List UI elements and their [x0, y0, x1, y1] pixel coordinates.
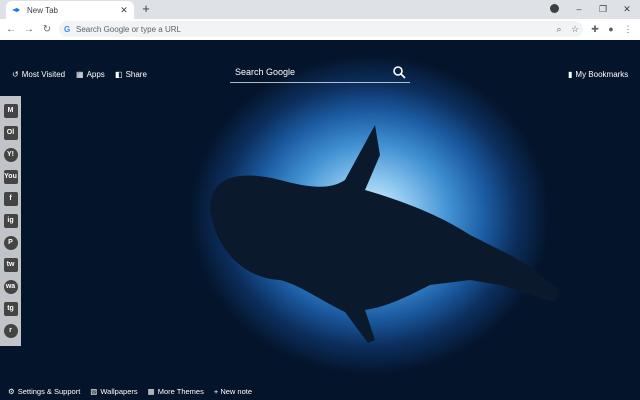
share-icon: ◧ [115, 70, 123, 79]
settings-support-button[interactable]: ⚙ Settings & Support [8, 387, 80, 396]
search-box[interactable]: Search Google [230, 62, 410, 83]
tab-strip: New Tab ✕ + – ❐ ✕ [0, 0, 640, 19]
restore-button[interactable]: ❐ [594, 2, 612, 16]
social-sidebar: M Ol Y! You f ig P tw wa tg r [0, 96, 21, 346]
yahoo-icon[interactable]: Y! [3, 148, 18, 162]
youtube-icon[interactable]: You [3, 170, 18, 184]
bookmark-icon: ▮ [568, 70, 573, 79]
new-tab-page: ↺ Most Visited ▦ Apps ◧ Share ▮ My Bookm… [0, 40, 640, 400]
reload-icon[interactable]: ↻ [38, 24, 56, 35]
whale-shark-wallpaper [210, 125, 560, 343]
tab-new-tab[interactable]: New Tab ✕ [6, 1, 134, 19]
minimize-button[interactable]: – [570, 2, 588, 16]
gmail-icon[interactable]: M [3, 104, 18, 118]
toolbar: ← → ↻ G Search Google or type a URL ⌕ ☆ … [0, 19, 640, 40]
facebook-icon[interactable]: f [3, 192, 18, 206]
search-input[interactable]: Search Google [235, 67, 295, 77]
reddit-icon[interactable]: r [3, 324, 18, 338]
share-button[interactable]: ◧ Share [115, 70, 147, 79]
close-window-button[interactable]: ✕ [618, 2, 636, 16]
share-label: Share [125, 70, 147, 79]
settings-support-label: Settings & Support [17, 387, 81, 396]
new-note-button[interactable]: + New note [214, 387, 252, 396]
extensions-icon[interactable]: ✚ [588, 22, 602, 36]
omnibox-input[interactable]: Search Google or type a URL [76, 25, 551, 34]
menu-icon[interactable]: ⋮ [621, 22, 635, 36]
zoom-icon[interactable]: ⌕ [551, 24, 567, 35]
new-tab-button[interactable]: + [139, 2, 153, 16]
instagram-icon[interactable]: ig [3, 214, 18, 228]
gear-icon: ⚙ [8, 387, 15, 396]
apps-grid-icon: ▦ [76, 70, 84, 79]
footer-bar: ⚙ Settings & Support ▧ Wallpapers ▦ More Th… [8, 387, 252, 396]
forward-icon[interactable]: → [20, 24, 38, 35]
whatsapp-icon[interactable]: wa [3, 280, 18, 294]
profile-icon[interactable]: ● [604, 22, 618, 36]
google-icon: G [64, 24, 71, 34]
omnibox[interactable]: G Search Google or type a URL ⌕ ☆ [59, 21, 583, 37]
wallpapers-label: Wallpapers [100, 387, 138, 396]
my-bookmarks-label: My Bookmarks [575, 70, 629, 79]
telegram-icon[interactable]: tg [3, 302, 18, 316]
apps-label: Apps [86, 70, 105, 79]
most-visited-button[interactable]: ↺ Most Visited [12, 70, 65, 79]
pinterest-icon[interactable]: P [3, 236, 18, 250]
wallpapers-button[interactable]: ▧ Wallpapers [90, 387, 137, 396]
apps-button[interactable]: ▦ Apps [76, 70, 105, 79]
browser-chrome: New Tab ✕ + – ❐ ✕ ← → ↻ G Search Google … [0, 0, 640, 40]
my-bookmarks-button[interactable]: ▮ My Bookmarks [568, 70, 628, 79]
tab-close-icon[interactable]: ✕ [118, 5, 130, 16]
twitter-icon[interactable]: tw [3, 258, 18, 272]
tab-title: New Tab [27, 5, 58, 15]
more-themes-button[interactable]: ▦ More Themes [148, 387, 204, 396]
more-themes-label: More Themes [157, 387, 204, 396]
bookmark-star-icon[interactable]: ☆ [567, 24, 583, 35]
wallpaper-icon: ▧ [90, 387, 98, 396]
most-visited-label: Most Visited [21, 70, 66, 79]
tab-search-icon[interactable] [550, 4, 559, 13]
tab-favicon-icon [12, 8, 20, 12]
themes-grid-icon: ▦ [147, 387, 155, 396]
back-icon[interactable]: ← [2, 24, 20, 35]
history-icon: ↺ [12, 70, 19, 79]
search-icon[interactable] [392, 65, 406, 79]
outlook-icon[interactable]: Ol [3, 126, 18, 140]
